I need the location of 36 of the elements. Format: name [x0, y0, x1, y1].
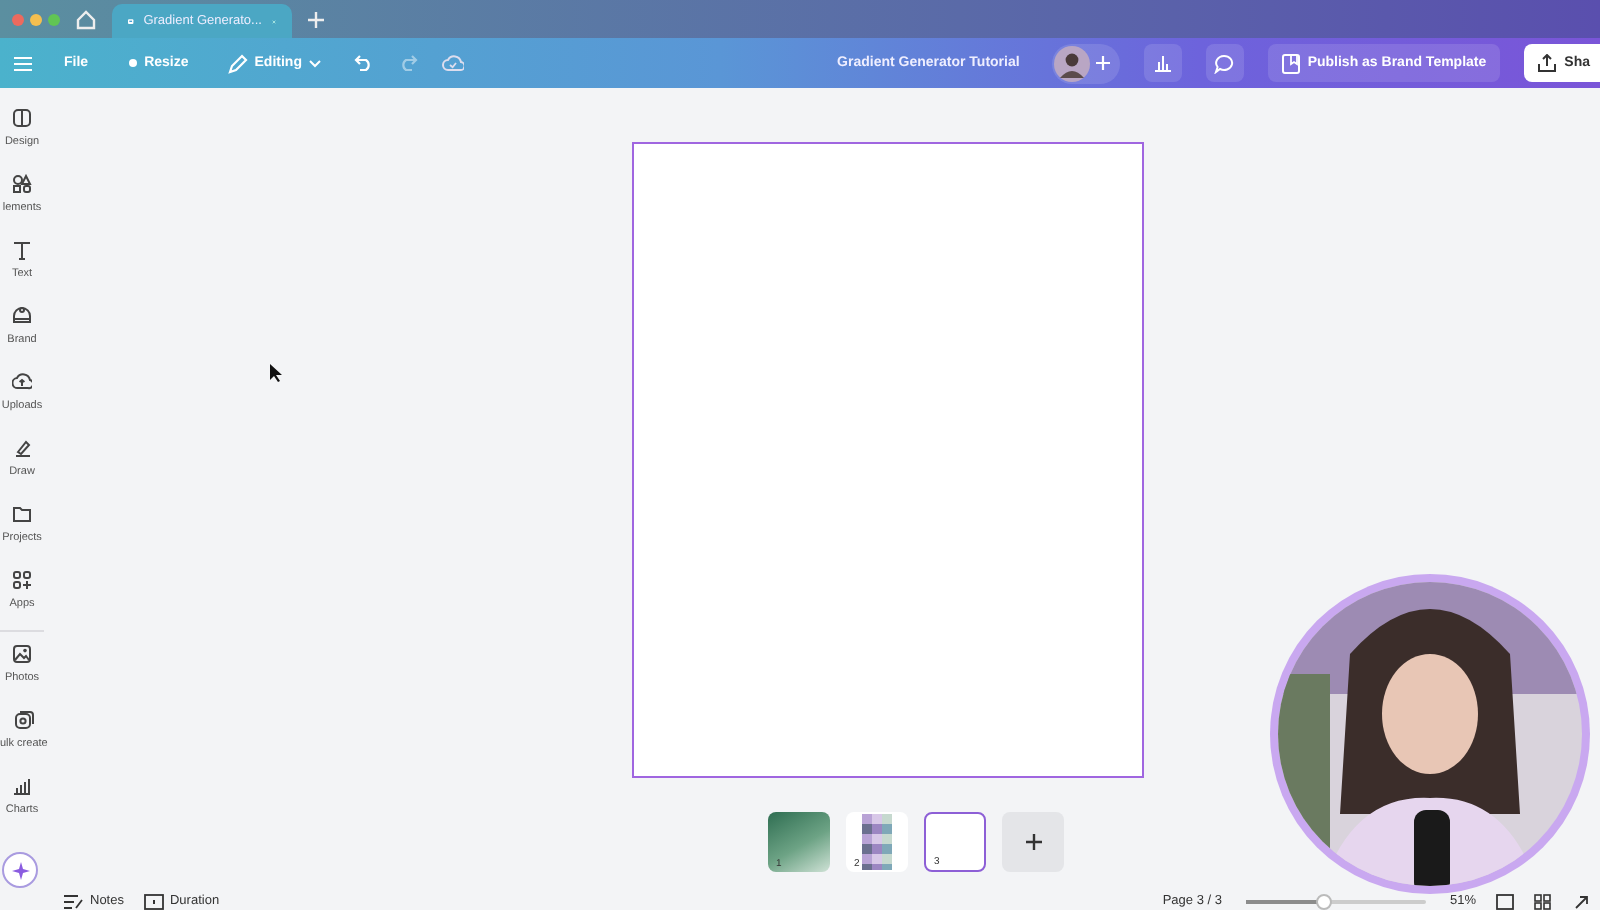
bar-chart-icon — [12, 776, 32, 796]
pencil-icon — [228, 53, 249, 73]
magic-assistant-button[interactable] — [2, 852, 38, 888]
sparkle-icon — [11, 861, 29, 879]
apps-grid-icon — [12, 570, 32, 590]
avatar-icon[interactable] — [1053, 45, 1090, 81]
sparkle-icon — [128, 58, 139, 68]
cloud-upload-icon — [12, 372, 32, 392]
notes-icon — [64, 893, 84, 909]
slider-handle[interactable] — [1315, 893, 1332, 909]
image-icon — [12, 644, 32, 664]
share-icon — [1538, 54, 1557, 72]
add-collaborator-icon[interactable] — [1095, 56, 1110, 70]
insights-button[interactable] — [1143, 44, 1182, 82]
mouse-cursor-icon — [270, 364, 282, 382]
pen-icon — [12, 438, 32, 458]
new-tab-icon[interactable] — [308, 11, 324, 27]
speech-bubble-icon — [1214, 53, 1235, 73]
expand-icon[interactable] — [1572, 893, 1588, 909]
menu-icon[interactable] — [14, 55, 32, 71]
layout-icon — [12, 108, 32, 128]
shapes-icon — [12, 174, 32, 194]
folder-icon — [12, 504, 32, 524]
chevron-down-icon — [307, 59, 322, 67]
single-page-icon[interactable] — [1496, 893, 1514, 909]
home-icon[interactable] — [76, 9, 96, 29]
stacked-squares-icon — [13, 710, 34, 730]
comment-button[interactable] — [1205, 44, 1244, 82]
bar-chart-icon — [1153, 54, 1172, 72]
cloud-check-icon — [441, 54, 464, 72]
plus-icon — [1025, 834, 1041, 850]
grid-view-icon[interactable] — [1534, 893, 1552, 909]
template-icon — [1281, 53, 1300, 73]
undo-icon[interactable] — [353, 54, 374, 72]
timer-icon — [143, 893, 164, 909]
letter-t-icon — [12, 240, 32, 260]
